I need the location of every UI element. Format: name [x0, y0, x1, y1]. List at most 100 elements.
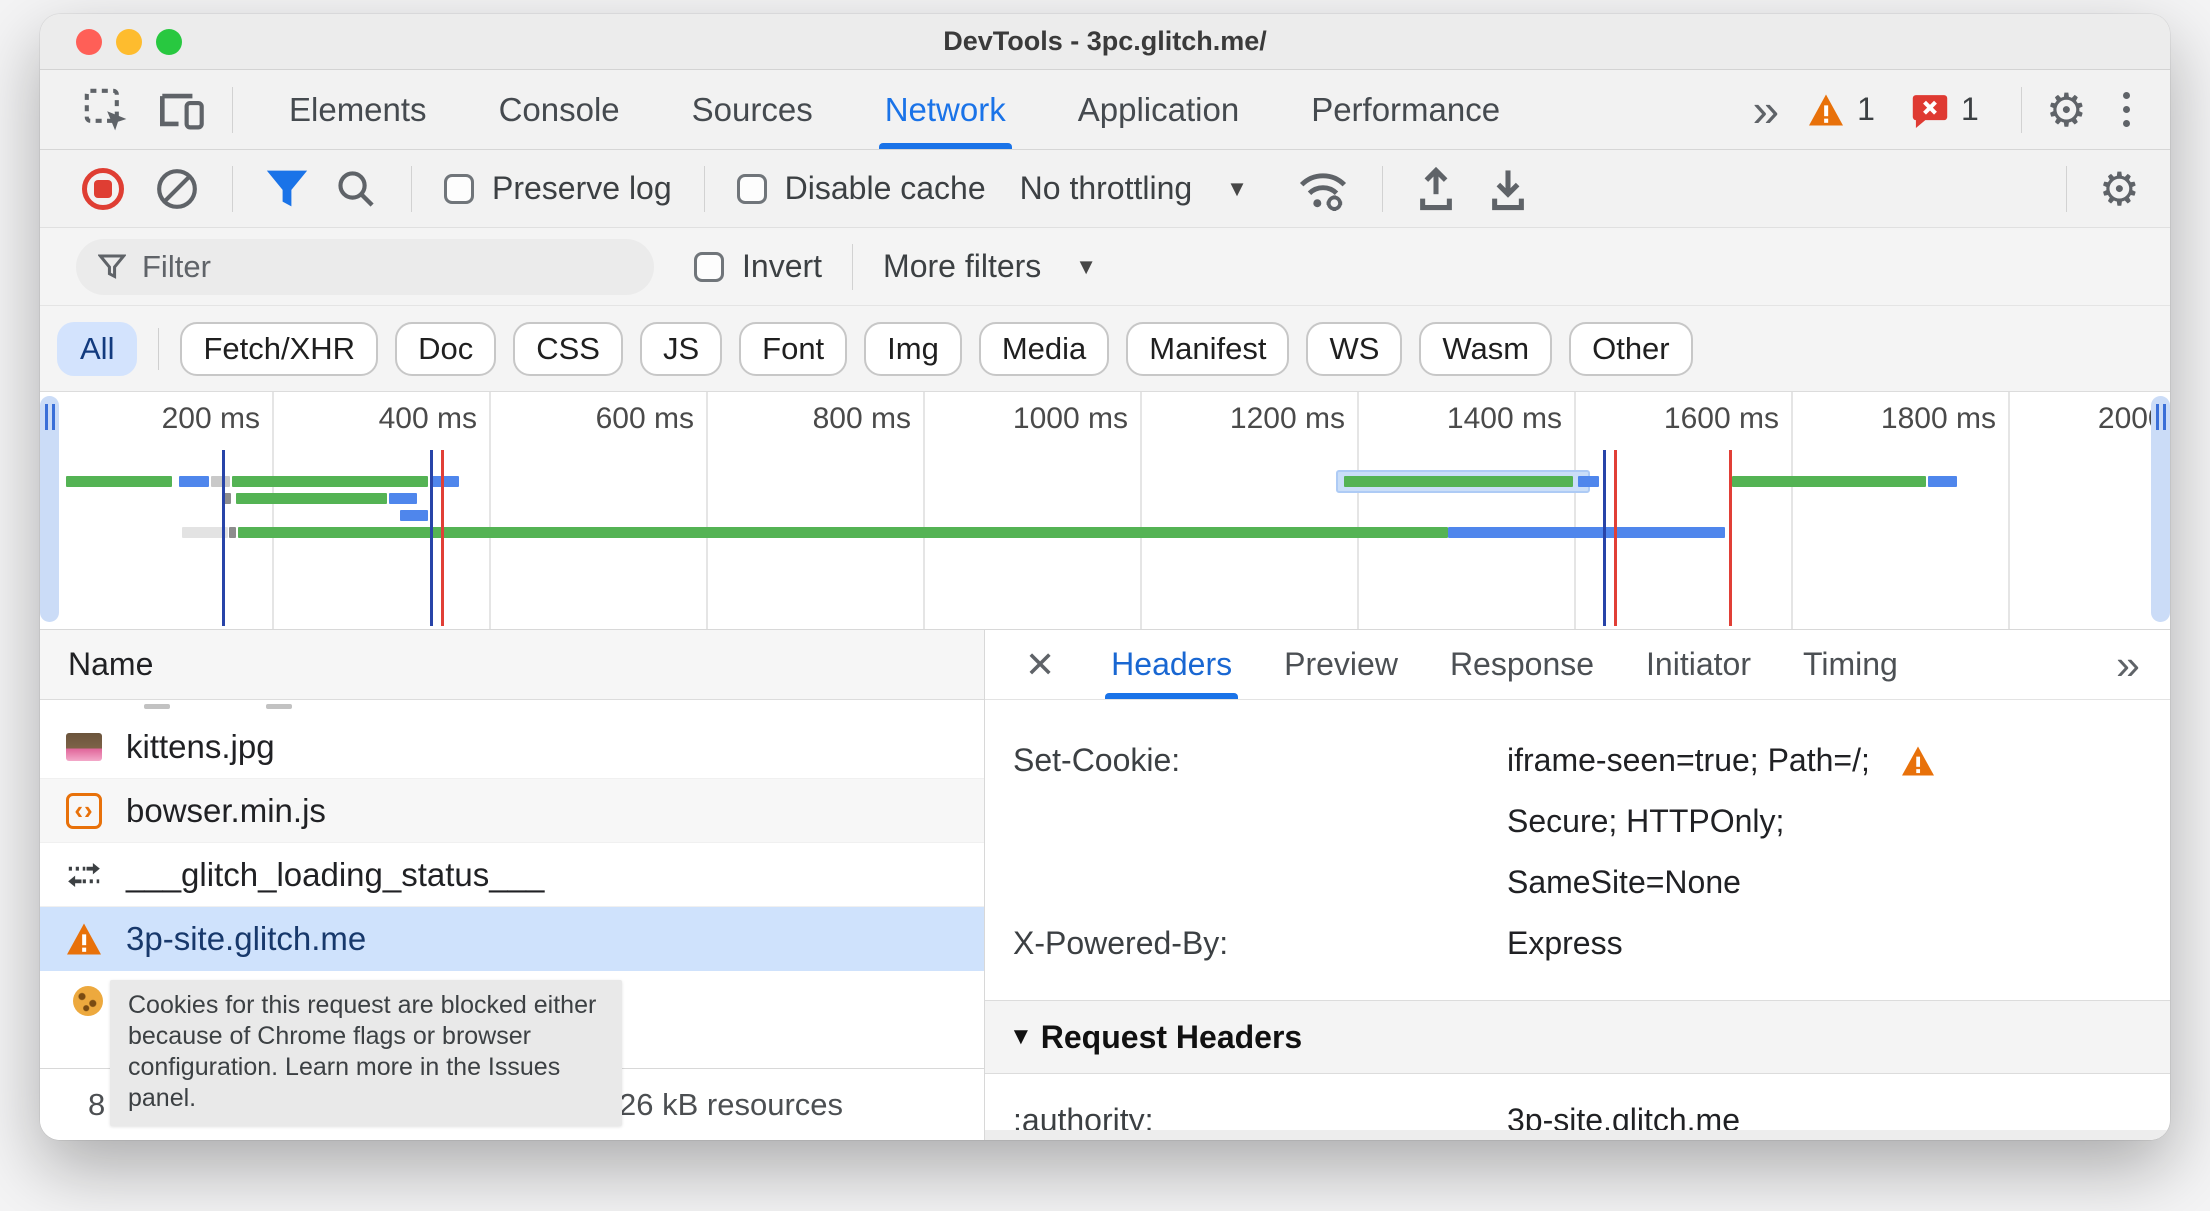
filter-chip-js[interactable]: JS — [639, 321, 723, 376]
cookies-blocked-tooltip: Cookies for this request are blocked eit… — [110, 980, 622, 1126]
close-window-button[interactable] — [76, 28, 102, 55]
waterfall-bar-blue[interactable] — [400, 510, 429, 521]
name-column-header[interactable]: Name — [40, 630, 984, 700]
filter-chip-other[interactable]: Other — [1569, 321, 1693, 376]
filter-input-container[interactable] — [76, 238, 654, 295]
request-row-3p-site-glitch-me[interactable]: 3p-site.glitch.me — [40, 907, 984, 971]
timeline-tick-label: 1000 ms — [1012, 402, 1128, 435]
request-row-bowser-min-js[interactable]: ‹› bowser.min.js — [40, 779, 984, 843]
import-har-icon[interactable] — [1415, 166, 1457, 212]
event-line-load — [1729, 450, 1733, 626]
requests-pane: Name kittens.jpg ‹› bowser.min.js ___glitch… — [40, 630, 985, 1140]
filter-icon[interactable] — [265, 168, 309, 210]
waterfall-bar-green[interactable] — [1732, 476, 1926, 487]
tooltip-line: Cookies for this request are blocked eit… — [128, 991, 597, 1019]
waterfall-bar-blue[interactable] — [430, 476, 459, 487]
request-row-glitch-loading-status[interactable]: ___glitch_loading_status___ — [40, 843, 984, 907]
tab-elements[interactable]: Elements — [283, 70, 433, 149]
tab-application[interactable]: Application — [1072, 70, 1245, 149]
details-tab-preview[interactable]: Preview — [1284, 630, 1398, 699]
tab-sources[interactable]: Sources — [686, 70, 819, 149]
filter-chip-img[interactable]: Img — [864, 321, 962, 376]
device-toolbar-icon[interactable] — [156, 88, 208, 132]
timeline-tick-label: 400 ms — [378, 402, 477, 435]
settings-gear-icon[interactable]: ⚙ — [2046, 87, 2087, 133]
waterfall-bar-blue[interactable] — [1927, 476, 1957, 487]
export-har-icon[interactable] — [1487, 166, 1529, 212]
devtools-tab-bar: Elements Console Sources Network Application… — [40, 70, 2170, 150]
filter-funnel-icon — [98, 254, 126, 279]
tab-console[interactable]: Console — [493, 70, 626, 149]
record-network-log-button[interactable] — [82, 167, 124, 210]
waterfall-bar-blue[interactable] — [178, 476, 210, 487]
filter-chip-font[interactable]: Font — [739, 321, 848, 376]
filter-input[interactable] — [142, 248, 602, 285]
timeline-tick-label: 1800 ms — [1880, 402, 1996, 435]
throttling-dropdown[interactable]: No throttling ▼ — [1020, 170, 1248, 207]
waterfall-bar-blue[interactable] — [389, 493, 418, 504]
filter-chip-fetch-xhr[interactable]: Fetch/XHR — [180, 321, 379, 376]
filter-chip-all[interactable]: All — [57, 321, 138, 376]
filter-chip-css[interactable]: CSS — [513, 321, 623, 376]
disable-cache-checkbox[interactable] — [736, 173, 767, 204]
chevron-down-icon: ▼ — [1075, 253, 1098, 279]
tab-performance[interactable]: Performance — [1305, 70, 1506, 149]
waterfall-bar-green[interactable] — [1343, 476, 1573, 487]
network-filter-bar: Invert More filters ▼ — [40, 228, 2170, 306]
inspect-element-icon[interactable] — [82, 86, 130, 134]
clear-network-log-icon[interactable] — [154, 166, 200, 212]
warnings-badge[interactable]: 1 — [1807, 91, 1875, 128]
kebab-menu-icon[interactable] — [2113, 92, 2140, 127]
waterfall-bar-green[interactable] — [236, 493, 387, 504]
waterfall-bar-blue[interactable] — [1578, 476, 1599, 487]
timeline-gridline — [489, 392, 491, 629]
waterfall-bar-green[interactable] — [231, 476, 429, 487]
invert-checkbox[interactable] — [694, 251, 724, 282]
waterfall-bar-blue[interactable] — [1448, 527, 1725, 538]
more-panels-icon[interactable]: ›› — [1739, 87, 1790, 133]
timeline-gridline — [923, 392, 925, 629]
close-icon[interactable]: ✕ — [1025, 644, 1055, 686]
issues-badge[interactable]: 1 — [1911, 91, 1979, 128]
window-title: DevTools - 3pc.glitch.me/ — [943, 26, 1267, 56]
preserve-log-toggle[interactable]: Preserve log — [444, 170, 672, 207]
filter-chip-doc[interactable]: Doc — [395, 321, 497, 376]
divider — [703, 165, 705, 212]
filter-chip-media[interactable]: Media — [978, 321, 1110, 376]
search-icon[interactable] — [333, 166, 379, 212]
tooltip-line: configuration. Learn more in the Issues … — [128, 1053, 561, 1112]
waterfall-bar-tick[interactable] — [228, 527, 237, 538]
timeline-right-grip[interactable] — [2151, 396, 2170, 622]
filter-chip-manifest[interactable]: Manifest — [1126, 321, 1290, 376]
filter-chip-wasm[interactable]: Wasm — [1419, 321, 1553, 376]
event-line-load — [441, 450, 445, 626]
filter-chip-ws[interactable]: WS — [1306, 321, 1403, 376]
section-title: Request Headers — [1040, 1018, 1303, 1055]
zoom-window-button[interactable] — [156, 28, 182, 55]
more-details-tabs-icon[interactable]: ›› — [2116, 641, 2140, 689]
timeline-gridline — [706, 392, 708, 629]
network-conditions-icon[interactable] — [1296, 166, 1350, 212]
waterfall-bar-gray[interactable] — [211, 476, 230, 487]
more-filters-dropdown[interactable]: More filters ▼ — [883, 248, 1097, 285]
waterfall-bar-green[interactable] — [65, 476, 173, 487]
details-tab-response[interactable]: Response — [1450, 630, 1594, 699]
invert-toggle[interactable]: Invert — [694, 248, 822, 285]
details-tab-timing[interactable]: Timing — [1803, 630, 1898, 699]
tooltip-line: because of Chrome flags or browser — [128, 1022, 531, 1050]
tab-network[interactable]: Network — [878, 70, 1012, 149]
header-value-line: Express — [1507, 925, 1623, 961]
details-tab-initiator[interactable]: Initiator — [1646, 630, 1751, 699]
waterfall-bar-lightgray[interactable] — [181, 527, 228, 538]
waterfall-bar-green[interactable] — [238, 527, 1449, 538]
request-row-kittens-jpg[interactable]: kittens.jpg — [40, 715, 984, 779]
disable-cache-toggle[interactable]: Disable cache — [736, 170, 986, 207]
details-tab-headers[interactable]: Headers — [1105, 630, 1239, 699]
network-main-area: Name kittens.jpg ‹› bowser.min.js ___glitch… — [40, 630, 2170, 1140]
header-row-x-powered-by: X-Powered-By: Express — [985, 913, 2170, 974]
minimize-window-button[interactable] — [116, 28, 142, 55]
network-settings-gear-icon[interactable]: ⚙ — [2099, 166, 2140, 212]
request-headers-section[interactable]: ▼ Request Headers — [985, 1000, 2170, 1074]
preserve-log-checkbox[interactable] — [444, 173, 474, 204]
timeline-left-grip[interactable] — [40, 396, 59, 622]
